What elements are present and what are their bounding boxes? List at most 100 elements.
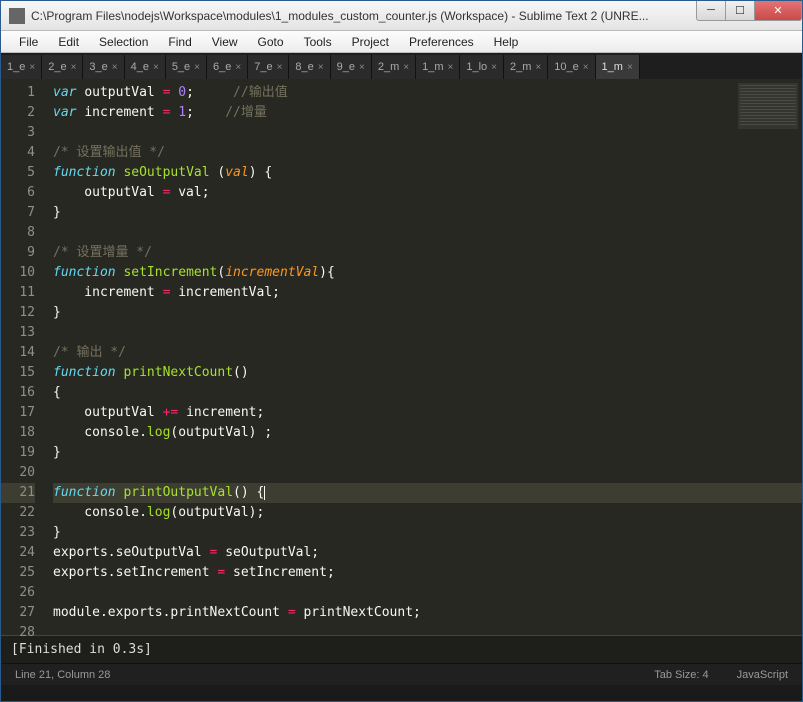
- menu-preferences[interactable]: Preferences: [399, 35, 484, 49]
- menu-help[interactable]: Help: [484, 35, 529, 49]
- line-number: 20: [1, 463, 35, 483]
- text-caret: [264, 486, 265, 500]
- tab-6[interactable]: 7_e ×: [248, 55, 289, 79]
- code-line[interactable]: function printNextCount(): [53, 363, 802, 383]
- line-number: 28: [1, 623, 35, 643]
- code-line[interactable]: /* 输出 */: [53, 343, 802, 363]
- line-number: 17: [1, 403, 35, 423]
- tab-5[interactable]: 6_e×: [207, 55, 248, 79]
- code-line[interactable]: console.log(outputVal);: [53, 503, 802, 523]
- close-icon[interactable]: ×: [277, 62, 283, 73]
- line-number: 1: [1, 83, 35, 103]
- tab-12[interactable]: 2_m×: [504, 55, 548, 79]
- code-line[interactable]: outputVal = val;: [53, 183, 802, 203]
- close-icon[interactable]: ×: [403, 62, 409, 73]
- code-line[interactable]: var increment = 1; //增量: [53, 103, 802, 123]
- close-button[interactable]: ✕: [754, 1, 802, 21]
- tab-label: 1_m: [422, 61, 443, 73]
- code-line[interactable]: [53, 323, 802, 343]
- code-line[interactable]: function setIncrement(incrementVal){: [53, 263, 802, 283]
- tab-8[interactable]: 9_e×: [331, 55, 372, 79]
- close-icon[interactable]: ×: [447, 62, 453, 73]
- code-line[interactable]: var outputVal = 0; //输出值: [53, 83, 802, 103]
- line-number: 26: [1, 583, 35, 603]
- line-number: 5: [1, 163, 35, 183]
- close-icon[interactable]: ×: [235, 62, 241, 73]
- tab-9[interactable]: 2_m×: [372, 55, 416, 79]
- close-icon[interactable]: ×: [318, 62, 324, 73]
- code-line[interactable]: [53, 123, 802, 143]
- line-number: 22: [1, 503, 35, 523]
- titlebar[interactable]: C:\Program Files\nodejs\Workspace\module…: [1, 1, 802, 31]
- line-number-gutter: 1234567891011121314151617181920212223242…: [1, 79, 45, 635]
- menu-find[interactable]: Find: [158, 35, 201, 49]
- tab-label: 8_e: [295, 61, 313, 73]
- code-line[interactable]: [53, 463, 802, 483]
- code-area[interactable]: var outputVal = 0; //输出值var increment = …: [45, 79, 802, 635]
- close-icon[interactable]: ×: [535, 62, 541, 73]
- tab-2[interactable]: 3_e×: [83, 55, 124, 79]
- tab-size[interactable]: Tab Size: 4: [654, 669, 708, 681]
- code-line[interactable]: /* 设置输出值 */: [53, 143, 802, 163]
- menu-goto[interactable]: Goto: [248, 35, 294, 49]
- code-line[interactable]: /* 设置增量 */: [53, 243, 802, 263]
- code-line[interactable]: increment = incrementVal;: [53, 283, 802, 303]
- cursor-position[interactable]: Line 21, Column 28: [15, 669, 110, 681]
- menu-view[interactable]: View: [202, 35, 248, 49]
- minimize-button[interactable]: ─: [696, 1, 726, 21]
- code-line[interactable]: }: [53, 303, 802, 323]
- code-line[interactable]: }: [53, 443, 802, 463]
- tab-label: 1_lo: [466, 61, 487, 73]
- line-number: 9: [1, 243, 35, 263]
- code-line[interactable]: {: [53, 383, 802, 403]
- code-line[interactable]: function seOutputVal (val) {: [53, 163, 802, 183]
- tab-3[interactable]: 4_e×: [125, 55, 166, 79]
- code-line[interactable]: exports.setIncrement = setIncrement;: [53, 563, 802, 583]
- close-icon[interactable]: ×: [29, 62, 35, 73]
- tab-1[interactable]: 2_e×: [42, 55, 83, 79]
- code-line[interactable]: module.exports.printNextCount = printNex…: [53, 603, 802, 623]
- menu-tools[interactable]: Tools: [294, 35, 342, 49]
- tab-4[interactable]: 5_e ×: [166, 55, 207, 79]
- tab-label: 5_e: [172, 61, 190, 73]
- menu-selection[interactable]: Selection: [89, 35, 158, 49]
- tab-label: 1_e: [7, 61, 25, 73]
- close-icon[interactable]: ×: [194, 62, 200, 73]
- close-icon[interactable]: ×: [583, 62, 589, 73]
- code-line[interactable]: exports.seOutputVal = seOutputVal;: [53, 543, 802, 563]
- window-title: C:\Program Files\nodejs\Workspace\module…: [31, 9, 697, 23]
- line-number: 16: [1, 383, 35, 403]
- tab-13[interactable]: 10_e×: [548, 55, 595, 79]
- tab-7[interactable]: 8_e ×: [289, 55, 330, 79]
- line-number: 11: [1, 283, 35, 303]
- code-line[interactable]: function printOutputVal() {: [53, 483, 802, 503]
- maximize-button[interactable]: ☐: [725, 1, 755, 21]
- tab-11[interactable]: 1_lo ×: [460, 55, 504, 79]
- syntax-mode[interactable]: JavaScript: [737, 669, 788, 681]
- close-icon[interactable]: ×: [112, 62, 118, 73]
- code-line[interactable]: [53, 223, 802, 243]
- menu-file[interactable]: File: [9, 35, 48, 49]
- tab-10[interactable]: 1_m ×: [416, 55, 460, 79]
- code-line[interactable]: outputVal += increment;: [53, 403, 802, 423]
- tab-0[interactable]: 1_e ×: [1, 55, 42, 79]
- editor[interactable]: 1234567891011121314151617181920212223242…: [1, 79, 802, 635]
- code-line[interactable]: [53, 623, 802, 643]
- code-line[interactable]: }: [53, 203, 802, 223]
- code-line[interactable]: [53, 583, 802, 603]
- minimap[interactable]: [738, 83, 798, 129]
- close-icon[interactable]: ×: [71, 62, 77, 73]
- line-number: 18: [1, 423, 35, 443]
- close-icon[interactable]: ×: [491, 62, 497, 73]
- close-icon[interactable]: ×: [359, 62, 365, 73]
- close-icon[interactable]: ×: [627, 62, 633, 73]
- menu-edit[interactable]: Edit: [48, 35, 89, 49]
- code-line[interactable]: console.log(outputVal) ;: [53, 423, 802, 443]
- line-number: 23: [1, 523, 35, 543]
- menu-project[interactable]: Project: [342, 35, 399, 49]
- tab-label: 7_e: [254, 61, 272, 73]
- tab-14[interactable]: 1_m×: [596, 55, 640, 79]
- close-icon[interactable]: ×: [153, 62, 159, 73]
- line-number: 7: [1, 203, 35, 223]
- code-line[interactable]: }: [53, 523, 802, 543]
